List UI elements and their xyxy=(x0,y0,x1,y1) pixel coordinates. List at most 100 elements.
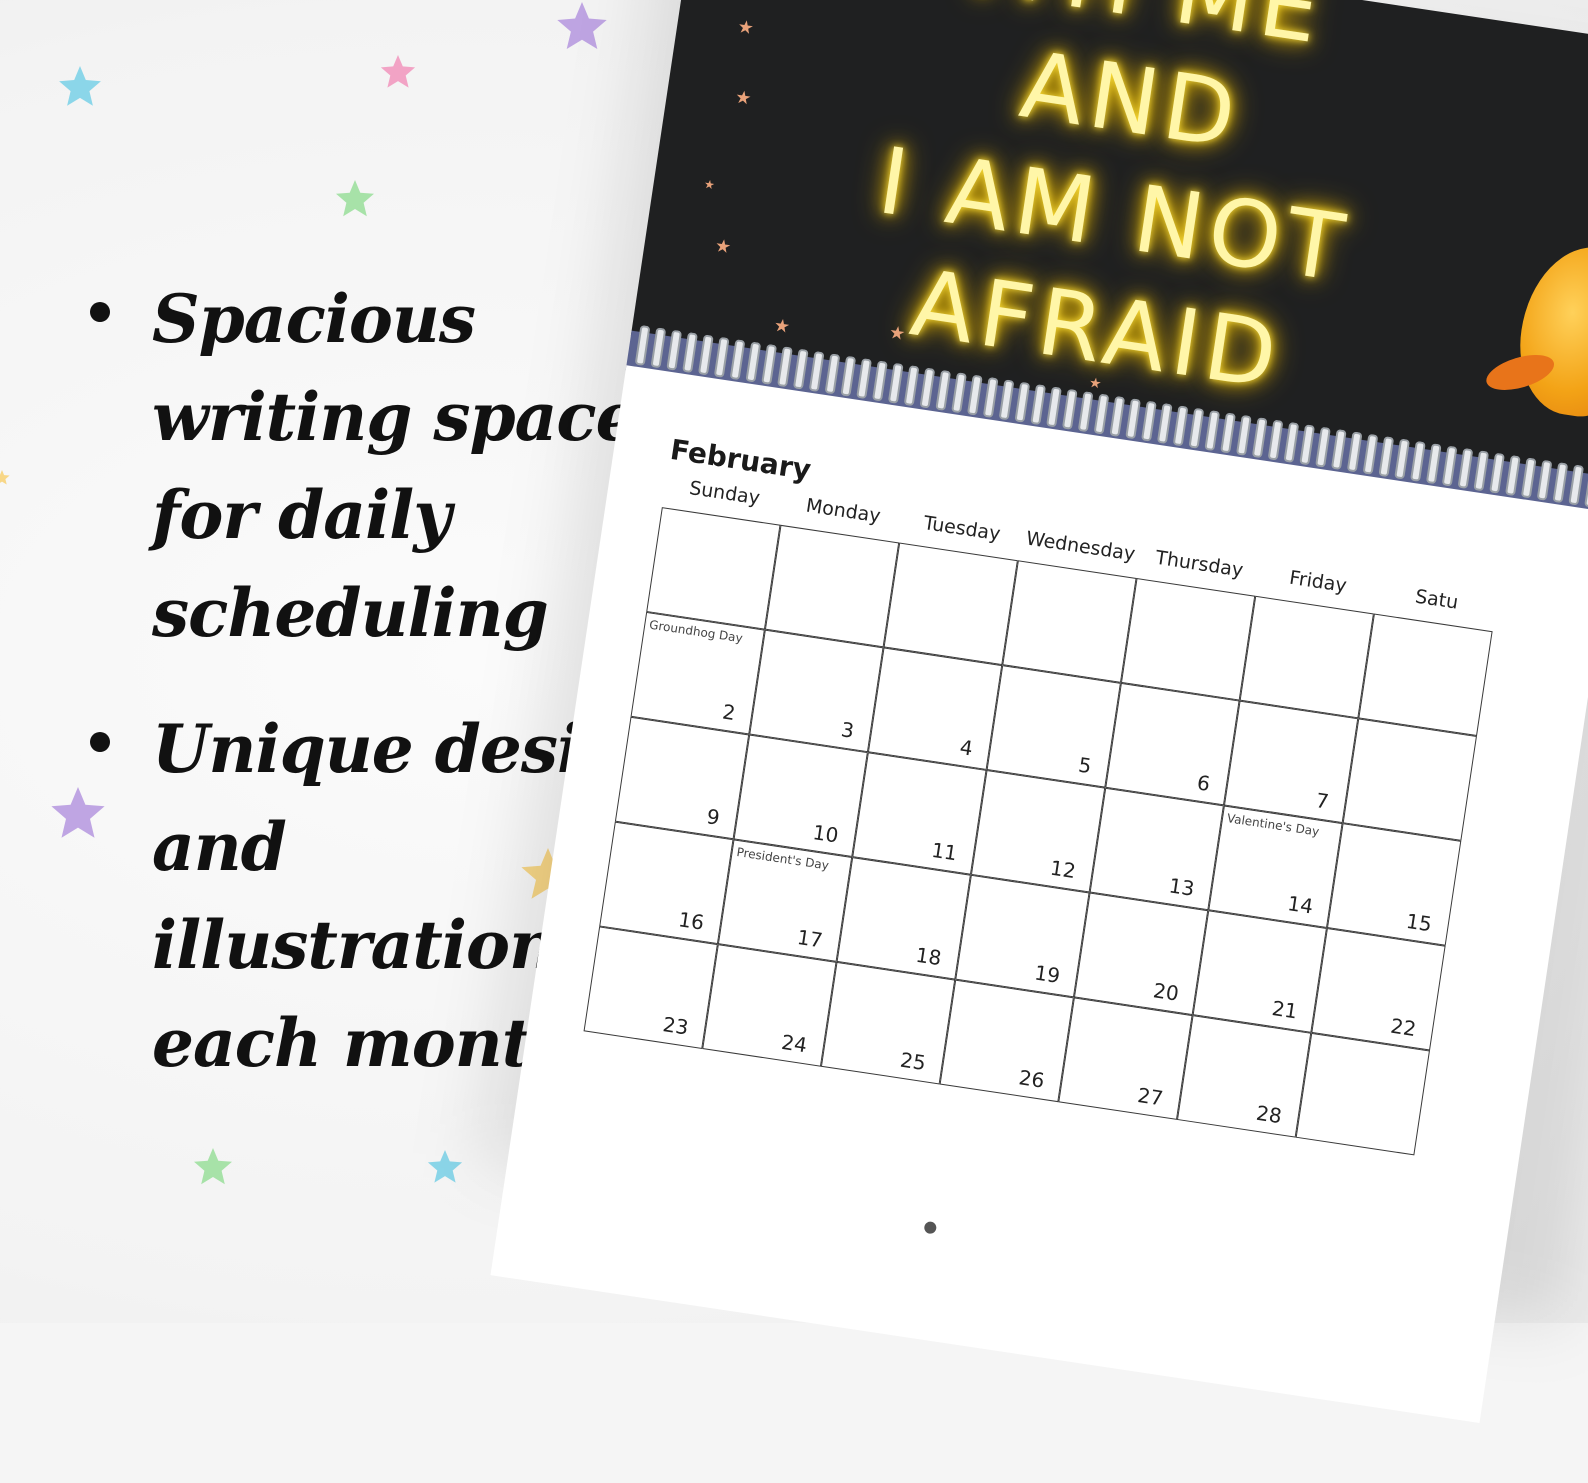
weekday-header: Satu xyxy=(1413,585,1460,614)
day-number: 17 xyxy=(795,924,825,953)
star-icon: ★ xyxy=(713,235,733,259)
star-icon: ★ xyxy=(733,86,753,110)
day-cell[interactable]: 11 xyxy=(852,752,987,875)
day-cell[interactable] xyxy=(1295,1032,1430,1156)
day-cell[interactable]: 13 xyxy=(1089,787,1224,911)
day-cell[interactable] xyxy=(1342,718,1477,841)
star-icon: ★ xyxy=(772,314,792,338)
day-cell[interactable]: 20 xyxy=(1073,892,1209,1016)
day-cell[interactable]: 7 xyxy=(1223,700,1359,824)
day-cell[interactable]: 3 xyxy=(749,629,884,753)
day-cell[interactable]: 10 xyxy=(733,734,868,858)
spiral-coil xyxy=(1378,436,1395,478)
day-cell[interactable]: 19 xyxy=(955,874,1090,998)
day-number: 2 xyxy=(720,699,737,726)
day-cell[interactable] xyxy=(1358,613,1493,737)
spiral-coil xyxy=(872,360,888,402)
weekday-header: Wednesday xyxy=(1024,527,1137,566)
spiral-coil xyxy=(919,367,936,409)
day-cell[interactable] xyxy=(646,507,781,630)
day-number: 5 xyxy=(1076,752,1094,779)
day-number: 6 xyxy=(1195,770,1212,796)
day-cell[interactable]: 26 xyxy=(939,979,1074,1103)
day-number: 16 xyxy=(676,907,706,935)
spiral-coil xyxy=(935,369,952,411)
spiral-coil xyxy=(1283,421,1300,463)
day-cell[interactable] xyxy=(1120,578,1256,701)
spiral-coil xyxy=(1125,398,1142,440)
bullet-icon xyxy=(90,302,110,322)
calendar-sheet: February Sunday Monday Tuesday Wednesday Thu… xyxy=(490,365,1588,1423)
spiral-coil xyxy=(1172,405,1189,447)
day-number: 20 xyxy=(1151,978,1181,1006)
spiral-coil xyxy=(1425,443,1442,485)
glitter-star-icon xyxy=(0,470,10,485)
day-cell[interactable]: 28 xyxy=(1176,1015,1312,1138)
spiral-coil xyxy=(1220,412,1236,454)
glitter-star-icon xyxy=(380,55,416,88)
spiral-coil xyxy=(840,355,857,397)
day-number: 25 xyxy=(898,1047,928,1076)
day-cell[interactable]: 4 xyxy=(867,647,1003,770)
day-cell[interactable]: 5 xyxy=(986,665,1121,788)
spiral-coil xyxy=(1520,457,1537,499)
spiral-coil xyxy=(792,348,809,390)
spiral-coil xyxy=(1014,381,1031,423)
day-cell[interactable]: 27 xyxy=(1058,997,1193,1120)
day-number: 12 xyxy=(1048,855,1078,884)
day-number: 27 xyxy=(1135,1083,1165,1111)
spiral-coil xyxy=(777,346,793,388)
spiral-coil xyxy=(1030,384,1047,426)
star-icon: ★ xyxy=(1087,374,1103,393)
spiral-coil xyxy=(1235,414,1252,456)
day-cell[interactable] xyxy=(1002,560,1137,683)
day-cell[interactable]: 23 xyxy=(583,926,718,1049)
flame-illustration xyxy=(1510,238,1588,425)
spiral-coil xyxy=(1536,459,1553,501)
spiral-coil xyxy=(745,341,762,383)
day-number: 26 xyxy=(1017,1065,1047,1093)
spiral-coil xyxy=(1141,400,1157,442)
day-cell[interactable] xyxy=(1239,595,1374,719)
day-cell[interactable]: Groundhog Day 2 xyxy=(630,611,765,735)
spiral-coil xyxy=(982,376,999,418)
glitter-star-icon xyxy=(194,1148,232,1185)
day-cell[interactable]: Valentine's Day 14 xyxy=(1208,805,1343,929)
spiral-coil xyxy=(1299,424,1316,466)
day-number: 15 xyxy=(1404,908,1434,937)
spiral-coil xyxy=(682,332,698,374)
day-number: 4 xyxy=(958,734,975,761)
glitter-star-icon xyxy=(59,66,101,106)
spiral-coil xyxy=(1046,386,1062,428)
weekday-header: Thursday xyxy=(1154,546,1245,582)
day-cell[interactable]: 9 xyxy=(614,716,750,840)
day-cell[interactable]: 25 xyxy=(820,961,956,1085)
spiral-coil xyxy=(1156,402,1173,445)
spiral-coil xyxy=(1315,426,1331,468)
spiral-coil xyxy=(856,358,872,400)
bullet-icon xyxy=(90,732,110,752)
spiral-coil xyxy=(1441,445,1458,487)
spiral-coil xyxy=(966,374,983,416)
star-icon: ★ xyxy=(887,321,907,346)
day-cell[interactable]: 24 xyxy=(702,944,837,1067)
day-cell[interactable]: 15 xyxy=(1326,823,1462,946)
day-cell[interactable] xyxy=(883,542,1018,666)
spiral-coil xyxy=(903,365,920,407)
day-cell[interactable]: 22 xyxy=(1311,928,1446,1051)
day-number: 28 xyxy=(1254,1100,1284,1129)
day-cell[interactable]: 12 xyxy=(970,769,1106,893)
day-number: 23 xyxy=(661,1012,690,1040)
day-cell[interactable]: President's Day 17 xyxy=(717,839,853,962)
spiral-coil xyxy=(1251,417,1268,459)
spiral-coil xyxy=(1188,407,1205,449)
day-cell[interactable]: 18 xyxy=(836,857,971,980)
day-cell[interactable] xyxy=(764,524,900,648)
day-cell[interactable]: 6 xyxy=(1105,682,1240,806)
weekday-header: Tuesday xyxy=(922,512,1002,546)
spiral-coil xyxy=(713,336,730,378)
day-cell[interactable]: 21 xyxy=(1192,910,1327,1033)
spiral-coil xyxy=(1109,395,1126,437)
glitter-star-icon xyxy=(427,1150,463,1183)
day-cell[interactable]: 16 xyxy=(599,821,734,945)
